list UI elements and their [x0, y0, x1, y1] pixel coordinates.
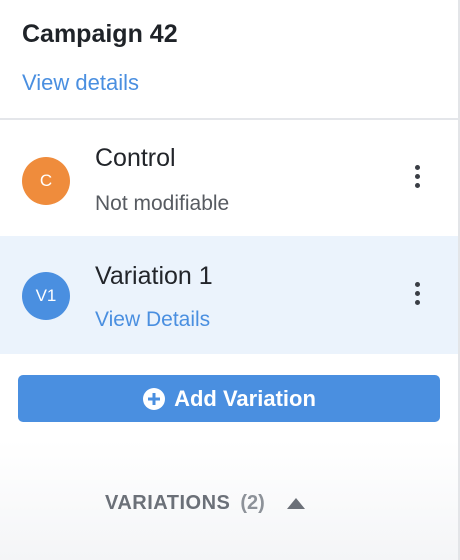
- caret-up-icon: [286, 497, 305, 509]
- plus-circle-icon: [143, 387, 166, 410]
- variations-collapse-toggle[interactable]: VARIATIONS (2): [105, 490, 305, 516]
- add-variation-label: Add Variation: [174, 385, 316, 411]
- view-variation-details-link[interactable]: View Details: [95, 308, 210, 332]
- variation-row-control[interactable]: C Control Not modifiable: [0, 120, 458, 236]
- variations-footer: VARIATIONS (2): [0, 440, 458, 560]
- variation-status-text: Not modifiable: [95, 192, 230, 215]
- variation-name: Control: [95, 144, 176, 172]
- variation-row-v1[interactable]: V1 Variation 1 View Details: [0, 236, 458, 354]
- variations-label: VARIATIONS: [105, 491, 231, 514]
- kebab-menu-icon[interactable]: [408, 163, 428, 193]
- variations-panel: Campaign 42 View details C Control Not m…: [0, 0, 460, 560]
- avatar: V1: [22, 272, 70, 320]
- avatar: C: [22, 157, 70, 205]
- view-campaign-details-link[interactable]: View details: [22, 70, 139, 96]
- add-variation-button[interactable]: Add Variation: [18, 375, 440, 422]
- campaign-title: Campaign 42: [22, 20, 178, 48]
- variations-count: (2): [240, 491, 265, 514]
- variation-name: Variation 1: [95, 262, 213, 290]
- campaign-header: Campaign 42 View details: [0, 0, 458, 120]
- kebab-menu-icon[interactable]: [408, 280, 428, 310]
